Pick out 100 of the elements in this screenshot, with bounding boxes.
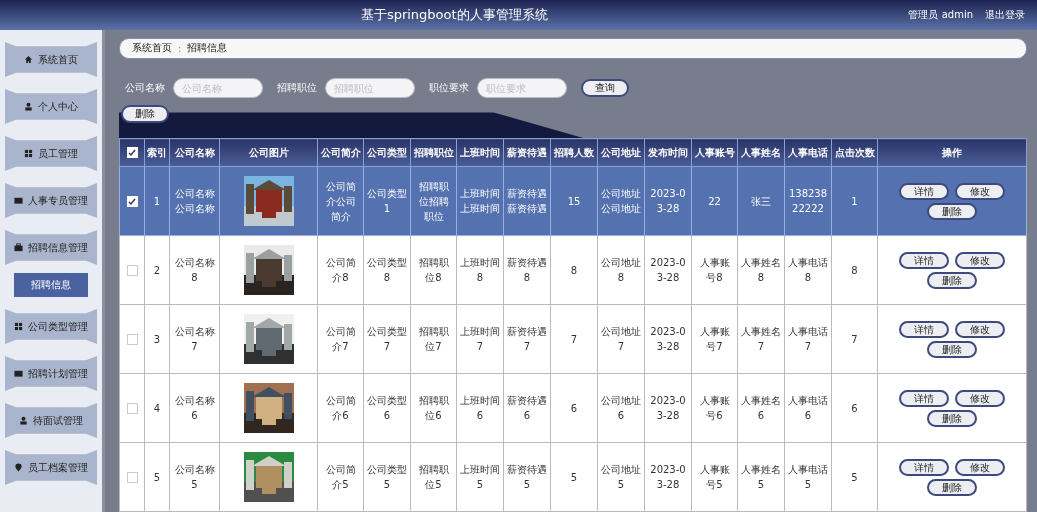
table-cell: 公司地址6 [597,373,645,443]
row-checkbox[interactable] [126,472,138,483]
action-button[interactable]: 修改 [955,182,1005,200]
delete-button[interactable]: 删除 [121,105,169,123]
table-cell: 6 [550,373,598,443]
sidebar-label: 招聘信息管理 [28,240,88,255]
table-row[interactable]: 2 公司名称8 公司简介8 公司类型8 招聘职位8 上班时间8 薪资待遇8 8 公司地址8 2023-03-28 人事账号8 人事姓名8 人事电话8 8 详情 修改 删除 [119,235,1027,305]
sidebar-item[interactable]: 员工管理 [5,136,97,171]
row-checkbox[interactable] [126,403,138,414]
table-row[interactable]: 4 公司名称6 公司简介6 公司类型6 招聘职位6 上班时间6 薪资待遇6 6 公司地址6 2023-03-28 人事账号6 人事姓名6 人事电话6 6 详情 修改 删除 [119,373,1027,443]
table-cell: 上班时间5 [456,442,504,512]
row-checkbox[interactable] [126,265,138,276]
table-cell: 公司类型1 [363,166,411,236]
table-cell: 上班时间上班时间 [456,166,504,236]
sidebar-label: 员工管理 [38,146,78,161]
search-button[interactable]: 查询 [581,79,629,98]
table-cell: 人事电话6 [784,373,832,443]
action-button[interactable]: 删除 [927,478,977,496]
grid-icon [24,149,33,158]
select-all-checkbox[interactable] [126,147,138,159]
action-button[interactable]: 详情 [899,251,949,269]
table-cell: 人事姓名8 [737,235,785,305]
sidebar-item[interactable]: 员工档案管理 [5,450,97,485]
action-button[interactable]: 删除 [927,271,977,289]
sidebar-label: 员工档案管理 [28,460,88,475]
app-title: 基于springboot的人事管理系统 [359,6,549,24]
breadcrumb-item[interactable]: 系统首页 [132,41,172,56]
table-row[interactable]: 5 公司名称5 公司简介5 公司类型5 招聘职位5 上班时间5 薪资待遇5 5 公司地址5 2023-03-28 人事账号5 人事姓名5 人事电话5 5 详情 修改 删除 [119,442,1027,512]
table-cell: 13823822222 [784,166,832,236]
column-header: 人事账号 [691,138,738,167]
table-cell: 6 [831,373,878,443]
table-cell: 4 [144,373,170,443]
briefcase-icon [14,243,23,252]
table-cell: 公司类型7 [363,304,411,374]
table-cell: 公司简介公司简介 [317,166,364,236]
table-cell: 1 [831,166,878,236]
table-cell: 招聘职位6 [410,373,457,443]
action-button[interactable]: 删除 [927,202,977,220]
home-icon [24,55,33,64]
table-cell: 7 [550,304,598,374]
table-cell: 上班时间8 [456,235,504,305]
logout-link[interactable]: 退出登录 [985,8,1025,22]
sidebar-label: 招聘计划管理 [28,366,88,381]
action-button[interactable]: 修改 [955,251,1005,269]
sidebar-item[interactable]: 个人中心 [5,89,97,124]
sidebar-item[interactable]: 系统首页 [5,42,97,77]
action-button[interactable]: 详情 [899,458,949,476]
action-button[interactable]: 删除 [927,409,977,427]
card-icon [14,369,23,378]
table-cell: 公司名称7 [169,304,220,374]
sidebar-item[interactable]: 人事专员管理 [5,183,97,218]
action-button[interactable]: 详情 [899,320,949,338]
sidebar-item[interactable]: 招聘计划管理 [5,356,97,391]
column-header: 发布时间 [644,138,692,167]
table-cell: 公司简介7 [317,304,364,374]
table-cell: 公司地址7 [597,304,645,374]
table-cell: 公司名称8 [169,235,220,305]
action-button[interactable]: 删除 [927,340,977,358]
table-row[interactable]: 1 公司名称公司名称 公司简介公司简介 公司类型1 招聘职位招聘职位 上班时间上班时间 薪资待遇薪资待遇 15 公司地址公司地址 2023-03-28 22 张三 13823822222 1 详情 修改 删除 [119,166,1027,236]
sidebar-item[interactable]: 招聘信息管理 [5,230,97,265]
sidebar-item[interactable]: 公司类型管理 [5,309,97,344]
table-cell: 人事姓名6 [737,373,785,443]
table-cell: 人事账号5 [691,442,738,512]
table-cell: 公司名称5 [169,442,220,512]
table-cell: 招聘职位7 [410,304,457,374]
table-cell: 招聘职位5 [410,442,457,512]
action-button[interactable]: 详情 [899,182,949,200]
table-cell: 1 [144,166,170,236]
table-cell: 2023-03-28 [644,304,692,374]
table-cell: 公司简介6 [317,373,364,443]
table-cell: 公司简介8 [317,235,364,305]
column-header: 公司图片 [219,138,318,167]
table-cell: 3 [144,304,170,374]
table-cell: 2023-03-28 [644,442,692,512]
table-cell: 薪资待遇7 [503,304,551,374]
action-button[interactable]: 详情 [899,389,949,407]
action-button[interactable]: 修改 [955,458,1005,476]
table-cell: 人事电话7 [784,304,832,374]
action-button[interactable]: 修改 [955,320,1005,338]
table-cell: 人事姓名5 [737,442,785,512]
sidebar-label: 个人中心 [38,99,78,114]
sidebar-subitem[interactable]: 招聘信息 [14,273,88,297]
table-cell: 薪资待遇8 [503,235,551,305]
user-label: 管理员 admin [908,8,973,22]
sidebar-label: 待面试管理 [33,413,83,428]
table-cell: 人事账号6 [691,373,738,443]
table-cell: 22 [691,166,738,236]
breadcrumb-separator: : [178,42,182,54]
breadcrumb-item[interactable]: 招聘信息 [187,41,228,56]
table-row[interactable]: 3 公司名称7 公司简介7 公司类型7 招聘职位7 上班时间7 薪资待遇7 7 公司地址7 2023-03-28 人事账号7 人事姓名7 人事电话7 7 详情 修改 删除 [119,304,1027,374]
table-cell: 公司地址8 [597,235,645,305]
table-cell: 公司地址公司地址 [597,166,645,236]
action-button[interactable]: 修改 [955,389,1005,407]
sidebar-item[interactable]: 待面试管理 [5,403,97,438]
row-checkbox[interactable] [126,334,138,345]
column-header: 上班时间 [456,138,504,167]
pin-icon [14,463,23,472]
sidebar-label: 系统首页 [38,52,78,67]
table-cell: 招聘职位8 [410,235,457,305]
table-cell: 人事电话8 [784,235,832,305]
